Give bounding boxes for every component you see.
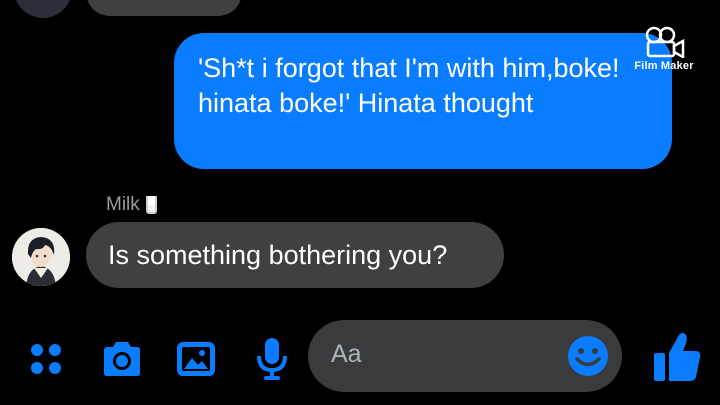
- thumbs-up-icon[interactable]: [650, 329, 704, 385]
- microphone-icon[interactable]: [248, 335, 296, 383]
- emoji-icon[interactable]: [566, 334, 610, 383]
- message-input[interactable]: Aa: [308, 320, 622, 392]
- sender-name: Milk: [106, 194, 157, 216]
- previous-avatar: [14, 0, 72, 18]
- incoming-message-bubble[interactable]: Is something bothering you?: [86, 222, 504, 288]
- camera-icon[interactable]: [98, 335, 146, 383]
- contact-avatar[interactable]: [12, 228, 70, 286]
- message-input-placeholder: Aa: [331, 340, 362, 368]
- image-icon[interactable]: [172, 335, 220, 383]
- watermark-label: Film Maker: [634, 60, 694, 72]
- milk-glass-emoji: [145, 196, 157, 214]
- previous-message-bubble: [86, 0, 242, 16]
- avatar-illustration: [12, 228, 70, 286]
- apps-grid-icon[interactable]: [22, 335, 70, 383]
- incoming-message-text: Is something bothering you?: [108, 239, 448, 270]
- sender-name-label: Milk: [106, 194, 140, 215]
- film-camera-icon: [628, 26, 700, 58]
- outgoing-message-bubble[interactable]: 'Sh*t i forgot that I'm with him,boke! h…: [174, 33, 672, 169]
- film-maker-watermark: Film Maker: [628, 26, 700, 86]
